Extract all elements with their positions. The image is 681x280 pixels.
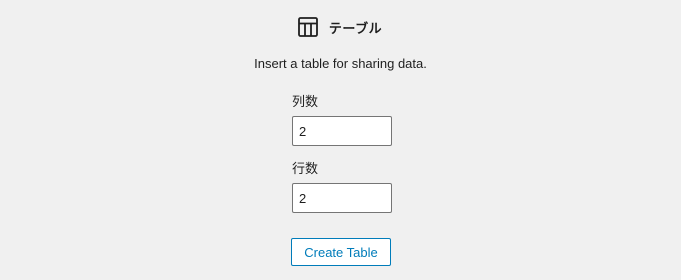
block-title: テーブル	[328, 20, 383, 36]
block-instructions: Insert a table for sharing data.	[254, 56, 427, 71]
columns-label: 列数	[292, 94, 319, 109]
columns-input[interactable]	[292, 116, 392, 146]
rows-label: 行数	[292, 161, 319, 176]
placeholder-header: テーブル	[0, 14, 681, 40]
placeholder-header-inner: テーブル	[297, 16, 382, 38]
table-block-placeholder: テーブル Insert a table for sharing data. 列数…	[0, 0, 681, 280]
create-table-button[interactable]: Create Table	[291, 238, 391, 266]
rows-input[interactable]	[292, 183, 392, 213]
table-icon	[297, 16, 319, 38]
